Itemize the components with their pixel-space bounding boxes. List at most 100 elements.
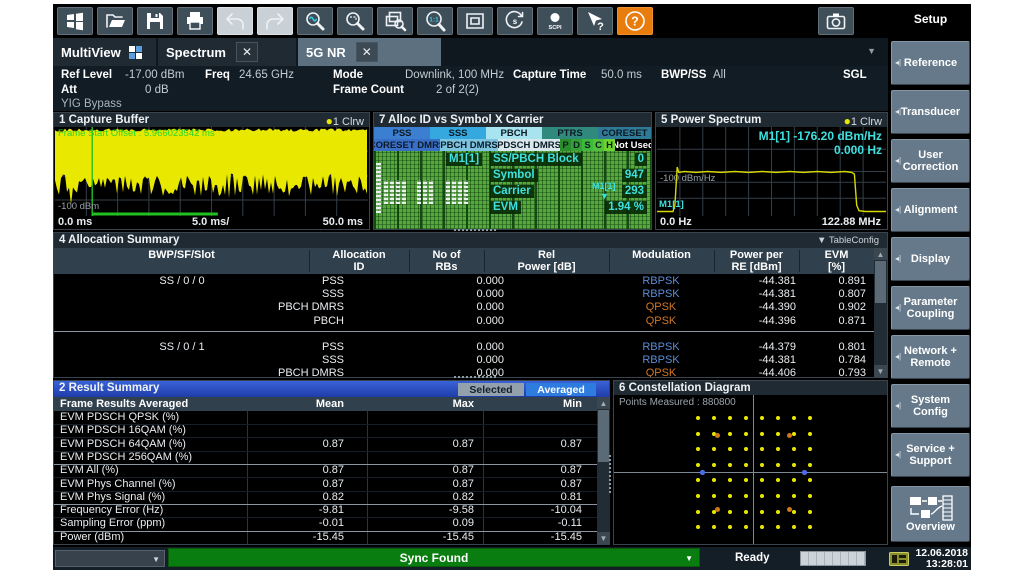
sequencer-button[interactable]: s bbox=[497, 7, 533, 35]
selected-toggle[interactable]: Selected bbox=[458, 383, 524, 396]
result-label: Sampling Error (ppm) bbox=[60, 517, 165, 529]
scrollbar-thumb[interactable] bbox=[875, 261, 886, 303]
result-label: EVM PDSCH 256QAM (%) bbox=[60, 451, 192, 463]
result-row[interactable]: EVM Phys Signal (%)0.820.820.81 bbox=[54, 491, 597, 505]
splitter-gripper-horizontal[interactable] bbox=[453, 228, 497, 233]
allocation-row[interactable]: SS / 0 / 0PSS0.000RBPSK-44.3810.891 bbox=[54, 275, 860, 288]
softkey-overview[interactable]: Overview bbox=[891, 486, 970, 542]
softkey-user-correction[interactable]: ◂|User Correction bbox=[891, 139, 970, 183]
constellation-point bbox=[712, 416, 716, 420]
save-button[interactable] bbox=[137, 7, 173, 35]
multi-window-zoom-button[interactable] bbox=[377, 7, 413, 35]
result-row[interactable]: EVM PDSCH 16QAM (%) bbox=[54, 424, 597, 438]
status-dropdown[interactable]: ▼ bbox=[55, 550, 165, 567]
constellation-point bbox=[760, 478, 764, 482]
result-row[interactable]: Frequency Error (Hz)-9.81-9.58-10.04 bbox=[54, 504, 597, 518]
ss-pbch-block bbox=[452, 180, 456, 204]
undo-button bbox=[217, 7, 253, 35]
capture-time-value[interactable]: 50.0 ms bbox=[601, 69, 642, 81]
softkey-network-remote[interactable]: ◂|Network + Remote bbox=[891, 335, 970, 379]
column-header[interactable]: Max bbox=[374, 398, 474, 410]
column-header[interactable]: EVM [%] bbox=[799, 249, 874, 273]
bwp-ss-value[interactable]: All bbox=[713, 69, 726, 81]
softkey-display[interactable]: ◂|Display bbox=[891, 237, 970, 281]
att-value[interactable]: 0 dB bbox=[145, 84, 169, 96]
column-header[interactable]: Min bbox=[482, 398, 582, 410]
result-row[interactable]: EVM PDSCH QPSK (%) bbox=[54, 411, 597, 425]
allocation-summary-scrollbar[interactable]: ▲ ▼ bbox=[874, 248, 887, 377]
averaged-toggle[interactable]: Averaged bbox=[526, 383, 596, 396]
scroll-up-icon[interactable]: ▲ bbox=[597, 397, 610, 409]
help-button[interactable]: ? bbox=[617, 7, 653, 35]
column-header[interactable]: No of RBs bbox=[409, 249, 484, 273]
column-header[interactable]: Mean bbox=[244, 398, 344, 410]
zoom-1to1-button[interactable]: 1:1 bbox=[417, 7, 453, 35]
legend-coreset-dmrs: CORESET DMRS bbox=[374, 139, 440, 151]
windows-button[interactable] bbox=[57, 7, 93, 35]
result-summary-panel: 2 Result Summary Selected Averaged Frame… bbox=[53, 380, 610, 545]
result-row[interactable]: EVM All (%)0.870.870.87 bbox=[54, 464, 597, 478]
table-config-button[interactable]: ▼ TableConfig bbox=[817, 235, 879, 246]
scroll-down-icon[interactable]: ▼ bbox=[874, 365, 887, 377]
allocation-row[interactable]: PBCH0.000QPSK-44.3960.871 bbox=[54, 315, 860, 328]
softkey-parameter-coupling[interactable]: ◂|Parameter Coupling bbox=[891, 286, 970, 330]
allocation-row[interactable]: PBCH DMRS0.000QPSK-44.3900.902 bbox=[54, 301, 860, 314]
result-row[interactable]: EVM Phys Channel (%)0.870.870.87 bbox=[54, 478, 597, 492]
softkey-service-support[interactable]: ◂|Service + Support bbox=[891, 433, 970, 477]
screenshot-camera-icon[interactable] bbox=[818, 7, 854, 35]
keyboard-icon[interactable] bbox=[889, 552, 909, 566]
result-row[interactable]: Power (dBm)-15.45-15.45-15.45 bbox=[54, 531, 597, 544]
alloc-marker-row1-value: 947 bbox=[622, 169, 647, 182]
scpi-recorder-button[interactable]: SCPI bbox=[537, 7, 573, 35]
display-frame-button[interactable] bbox=[457, 7, 493, 35]
softkey-alignment[interactable]: ◂|Alignment bbox=[891, 188, 970, 232]
legend-pdsch-letter-p: P bbox=[560, 139, 571, 151]
softkey-label: Transducer bbox=[901, 106, 960, 118]
column-header[interactable]: Allocation ID bbox=[309, 249, 409, 273]
alloc-marker-glyph[interactable]: M1[1]▼ bbox=[592, 181, 616, 201]
svg-text:?: ? bbox=[597, 21, 604, 33]
mode-value[interactable]: Downlink, 100 MHz bbox=[405, 69, 504, 81]
print-button[interactable] bbox=[177, 7, 213, 35]
constellation-point-pilot bbox=[700, 470, 704, 474]
tab-spectrum[interactable]: Spectrum ✕ bbox=[158, 38, 296, 66]
splitter-gripper-vertical[interactable] bbox=[608, 454, 613, 494]
tab-5g-nr[interactable]: 5G NR✕ bbox=[298, 38, 441, 66]
tabbar-dropdown-icon[interactable]: ▼ bbox=[867, 46, 876, 56]
freq-value[interactable]: 24.65 GHz bbox=[239, 69, 294, 81]
column-header[interactable]: Frame Results Averaged bbox=[60, 398, 188, 410]
result-value: -15.45 bbox=[374, 531, 474, 543]
column-header[interactable]: Power per RE [dBm] bbox=[714, 249, 799, 273]
constellation-point-error bbox=[715, 507, 720, 512]
ss-pbch-block bbox=[384, 180, 388, 204]
ref-level-value[interactable]: -17.00 dBm bbox=[125, 69, 184, 81]
allocation-row[interactable]: SS / 0 / 1PSS0.000RBPSK-44.3790.801 bbox=[54, 341, 860, 354]
spectrum-marker-name[interactable]: M1[1] bbox=[659, 199, 684, 210]
softkey-system-config[interactable]: ◂|System Config bbox=[891, 384, 970, 428]
softkey-label: Parameter Coupling bbox=[904, 296, 958, 320]
allocation-row[interactable]: SSS0.000RBPSK-44.3810.784 bbox=[54, 354, 860, 367]
sync-dropdown-icon[interactable]: ▼ bbox=[685, 554, 693, 563]
result-row[interactable]: EVM PDSCH 64QAM (%)0.870.870.87 bbox=[54, 438, 597, 452]
column-header[interactable]: Modulation bbox=[609, 249, 714, 261]
tab-multiview[interactable]: MultiView bbox=[53, 38, 156, 66]
constellation-point bbox=[712, 478, 716, 482]
scroll-up-icon[interactable]: ▲ bbox=[874, 248, 887, 260]
softkey-reference[interactable]: ◂|Reference bbox=[891, 41, 970, 85]
scroll-down-icon[interactable]: ▼ bbox=[597, 532, 610, 544]
tab-close-icon[interactable]: ✕ bbox=[236, 42, 258, 62]
softkey-transducer[interactable]: ◂|Transducer bbox=[891, 90, 970, 134]
tab-label: Spectrum bbox=[166, 45, 226, 60]
zoom-selection-button[interactable] bbox=[337, 7, 373, 35]
open-file-button[interactable] bbox=[97, 7, 133, 35]
spectrum-level-label: -100 dBm/Hz bbox=[660, 173, 715, 184]
result-row[interactable]: EVM PDSCH 256QAM (%) bbox=[54, 451, 597, 465]
column-header[interactable]: BWP/SF/Slot bbox=[54, 249, 309, 261]
column-header[interactable]: Rel Power [dB] bbox=[484, 249, 609, 273]
context-help-button[interactable]: ? bbox=[577, 7, 613, 35]
tab-close-icon[interactable]: ✕ bbox=[356, 42, 378, 62]
allocation-row[interactable]: SSS0.000RBPSK-44.3810.807 bbox=[54, 288, 860, 301]
result-row[interactable]: Sampling Error (ppm)-0.010.09-0.11 bbox=[54, 517, 597, 531]
splitter-gripper-horizontal[interactable] bbox=[453, 375, 497, 380]
zoom-signal-button[interactable] bbox=[297, 7, 333, 35]
